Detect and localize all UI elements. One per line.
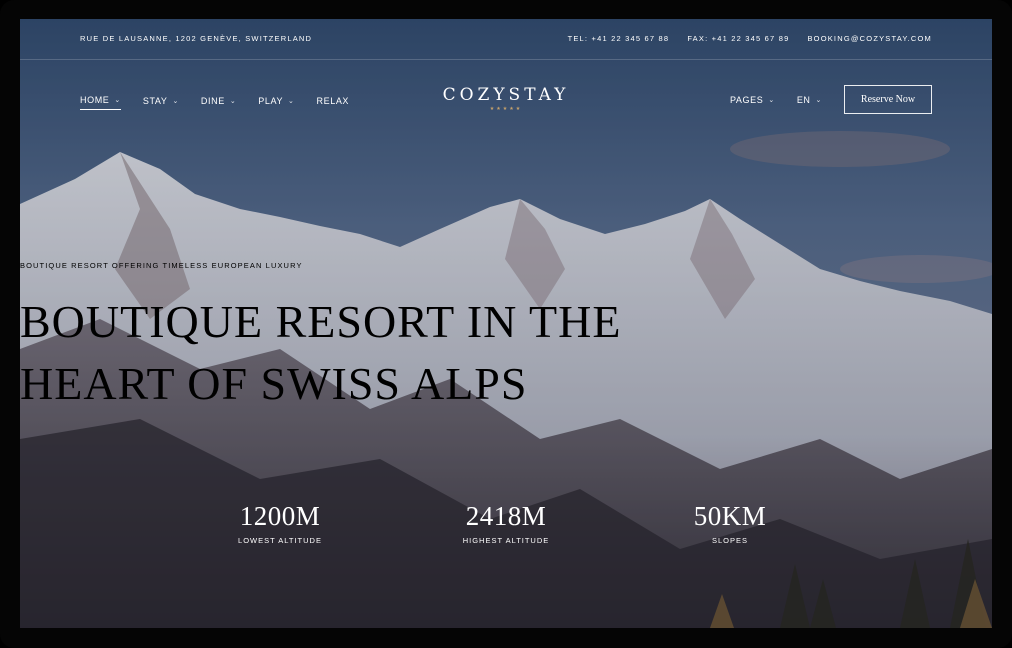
stat-highest-altitude: 2418M HIGHEST ALTITUDE	[406, 501, 606, 545]
fax-text: FAX: +41 22 345 67 89	[687, 34, 790, 43]
stat-label: HIGHEST ALTITUDE	[462, 536, 550, 545]
chevron-down-icon: ⌄	[815, 96, 822, 104]
phone-link[interactable]: TEL: +41 22 345 67 88	[568, 34, 670, 43]
nav-item-pages[interactable]: PAGES ⌄	[730, 95, 775, 105]
contact-info: TEL: +41 22 345 67 88 FAX: +41 22 345 67…	[568, 34, 932, 43]
hero-screen: RUE DE LAUSANNE, 1202 GENÈVE, SWITZERLAN…	[20, 19, 992, 628]
stat-value: 1200M	[239, 501, 321, 531]
headline-line-2: HEART OF SWISS ALPS	[20, 358, 528, 409]
language-selector[interactable]: EN ⌄	[797, 95, 822, 105]
stat-label: SLOPES	[711, 536, 748, 545]
nav-item-label: PAGES	[730, 94, 764, 105]
stat-slopes: 50KM SLOPES	[630, 501, 830, 545]
stat-value: 50KM	[693, 501, 767, 531]
stat-value: 2418M	[465, 501, 547, 531]
hero-eyebrow: BOUTIQUE RESORT OFFERING TIMELESS EUROPE…	[20, 261, 303, 270]
hero-headline: BOUTIQUE RESORT IN THE HEART OF SWISS AL…	[20, 291, 992, 415]
stat-lowest-altitude: 1200M LOWEST ALTITUDE	[180, 501, 380, 545]
stat-label: LOWEST ALTITUDE	[238, 536, 322, 545]
headline-line-1: BOUTIQUE RESORT IN THE	[20, 296, 622, 347]
device-frame: RUE DE LAUSANNE, 1202 GENÈVE, SWITZERLAN…	[0, 0, 1012, 648]
utility-nav: PAGES ⌄ EN ⌄ Reserve Now	[730, 85, 932, 114]
reserve-now-button[interactable]: Reserve Now	[844, 85, 932, 114]
language-label: EN	[796, 94, 811, 105]
email-link[interactable]: BOOKING@COZYSTAY.COM	[807, 34, 932, 43]
chevron-down-icon: ⌄	[768, 96, 775, 104]
top-info-bar: RUE DE LAUSANNE, 1202 GENÈVE, SWITZERLAN…	[20, 19, 992, 60]
address-text: RUE DE LAUSANNE, 1202 GENÈVE, SWITZERLAN…	[80, 34, 313, 43]
